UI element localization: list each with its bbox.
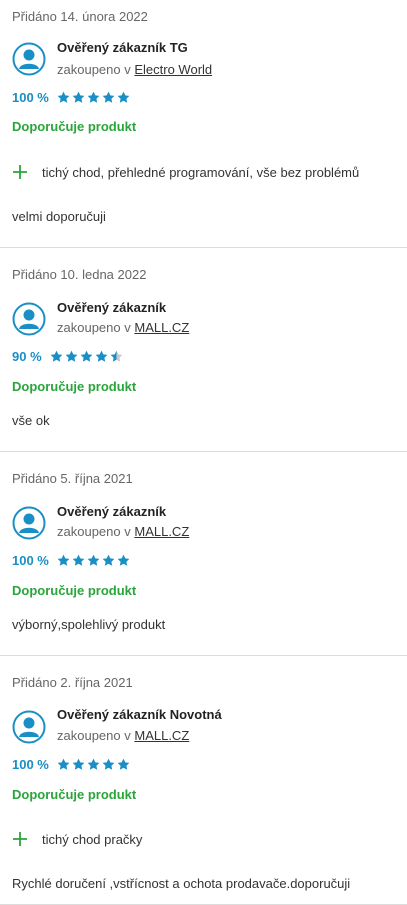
purchased-prefix: zakoupeno v [57,62,131,77]
plus-icon [13,165,27,179]
rating-percent: 100 % [12,90,49,105]
star-icon [102,554,115,566]
rating-stars [57,554,132,567]
star-icon [102,758,115,770]
review-text: velmi doporučuji [12,209,106,224]
pro-text: tichý chod, přehledné programování, vše … [42,164,360,180]
star-icon [95,350,108,362]
recommend-label: Doporučuje produkt [12,787,137,802]
review-pro: tichý chod pračky [12,831,142,847]
review-author: Ověřený zákazník Novotná [57,707,222,722]
star-icon [57,91,70,103]
rating-stars [57,91,132,104]
recommend-label: Doporučuje produkt [12,119,137,134]
review-text: vše ok [12,413,50,428]
recommend-label: Doporučuje produkt [12,379,137,394]
star-icon [72,554,85,566]
plus-icon [13,832,27,846]
star-icon [57,554,70,566]
star-icon [87,554,100,566]
star-icon [57,758,70,770]
purchased-prefix: zakoupeno v [57,320,131,335]
review-rating: 100 % [12,757,132,772]
star-icon [65,350,78,362]
review-author: Ověřený zákazník [57,504,167,519]
review-date: Přidáno 10. ledna 2022 [12,267,147,282]
review-shop-line: zakoupeno v MALL.CZ [57,728,189,743]
review-shop-line: zakoupeno v Electro World [57,62,212,77]
review-author: Ověřený zákazník TG [57,40,188,55]
user-avatar-icon [12,506,46,540]
rating-stars [50,350,125,363]
star-icon [117,554,130,566]
review-date: Přidáno 2. října 2021 [12,675,133,690]
star-icon [50,350,63,362]
review-author: Ověřený zákazník [57,300,167,315]
review-pro: tichý chod, přehledné programování, vše … [12,164,359,180]
purchased-prefix: zakoupeno v [57,524,131,539]
star-icon [80,350,93,362]
review-date: Přidáno 14. února 2022 [12,9,148,24]
review-text: Rychlé doručení ,vstřícnost a ochota pro… [12,876,351,891]
star-icon [87,758,100,770]
star-icon [102,91,115,103]
star-icon [110,350,123,362]
star-icon [87,91,100,103]
review-item: Přidáno 14. února 2022 Ověřený zákazník … [0,0,407,248]
review-rating: 100 % [12,90,132,105]
review-rating: 100 % [12,553,132,568]
review-date: Přidáno 5. října 2021 [12,471,133,486]
user-avatar-icon [12,42,46,76]
review-text: výborný,spolehlivý produkt [12,617,166,632]
star-icon [72,758,85,770]
star-icon [117,758,130,770]
star-icon [72,91,85,103]
shop-link[interactable]: Electro World [134,62,212,77]
review-item: Přidáno 5. října 2021 Ověřený zákazník z… [0,452,407,656]
pro-text: tichý chod pračky [42,831,143,847]
shop-link[interactable]: MALL.CZ [134,320,189,335]
purchased-prefix: zakoupeno v [57,728,131,743]
recommend-label: Doporučuje produkt [12,583,137,598]
review-item: Přidáno 10. ledna 2022 Ověřený zákazník … [0,248,407,452]
review-rating: 90 % [12,349,125,364]
shop-link[interactable]: MALL.CZ [134,524,189,539]
rating-percent: 100 % [12,553,49,568]
rating-stars [57,758,132,771]
review-item: Přidáno 2. října 2021 Ověřený zákazník N… [0,656,407,905]
star-icon [117,91,130,103]
rating-percent: 90 % [12,349,42,364]
review-shop-line: zakoupeno v MALL.CZ [57,320,189,335]
shop-link[interactable]: MALL.CZ [134,728,189,743]
review-shop-line: zakoupeno v MALL.CZ [57,524,189,539]
user-avatar-icon [12,710,46,744]
rating-percent: 100 % [12,757,49,772]
user-avatar-icon [12,302,46,336]
